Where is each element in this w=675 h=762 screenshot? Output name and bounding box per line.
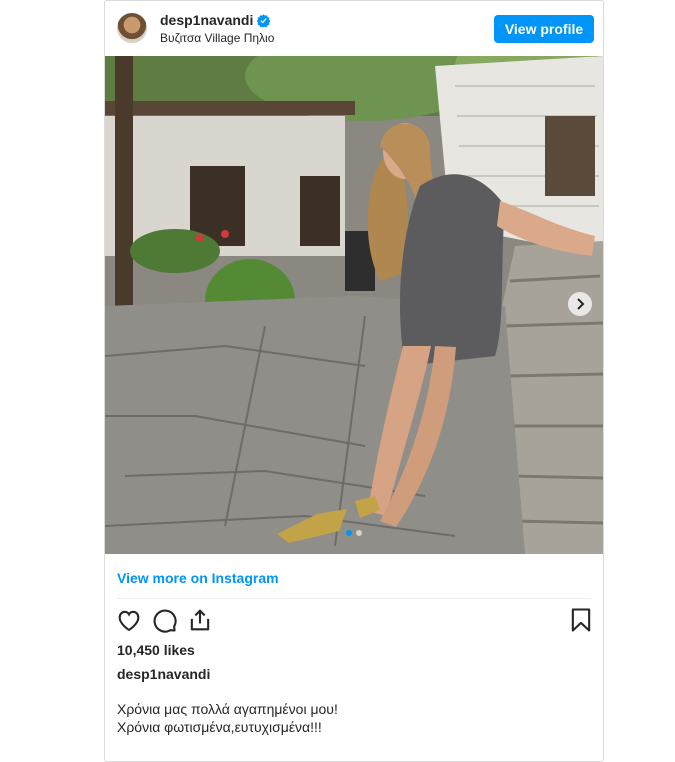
chevron-right-icon [577,298,585,310]
username[interactable]: desp1navandi [160,12,271,28]
caption-author[interactable]: desp1navandi [117,666,210,682]
post-photo[interactable] [105,56,603,554]
likes-count[interactable]: 10,450 likes [117,642,195,658]
caption-line: Χρόνια μας πολλά αγαπημένοι μου! [117,701,338,717]
heart-icon[interactable] [115,606,143,634]
carousel-indicator [105,530,603,536]
caption-line: Χρόνια φωτισμένα,ευτυχισμένα!!! [117,719,322,735]
share-icon[interactable] [186,606,214,634]
verified-badge-icon [257,14,271,27]
carousel-next-button[interactable] [568,292,592,316]
carousel-dot-active [346,530,352,536]
username-text[interactable]: desp1navandi [160,12,253,28]
photo-illustration [105,56,603,554]
carousel-dot [356,530,362,536]
caption: Χρόνια μας πολλά αγαπημένοι μου! Χρόνια … [117,700,338,736]
avatar[interactable] [117,13,147,43]
comment-icon[interactable] [150,606,178,634]
post-header: desp1navandi Βυζιτσα Village Πηλιο View … [105,1,603,55]
location-link[interactable]: Βυζιτσα Village Πηλιο [160,31,274,45]
divider [117,598,591,599]
view-more-link[interactable]: View more on Instagram [117,570,279,586]
instagram-embed-card: desp1navandi Βυζιτσα Village Πηλιο View … [104,0,604,762]
bookmark-icon[interactable] [567,606,595,634]
view-profile-button[interactable]: View profile [494,15,594,43]
